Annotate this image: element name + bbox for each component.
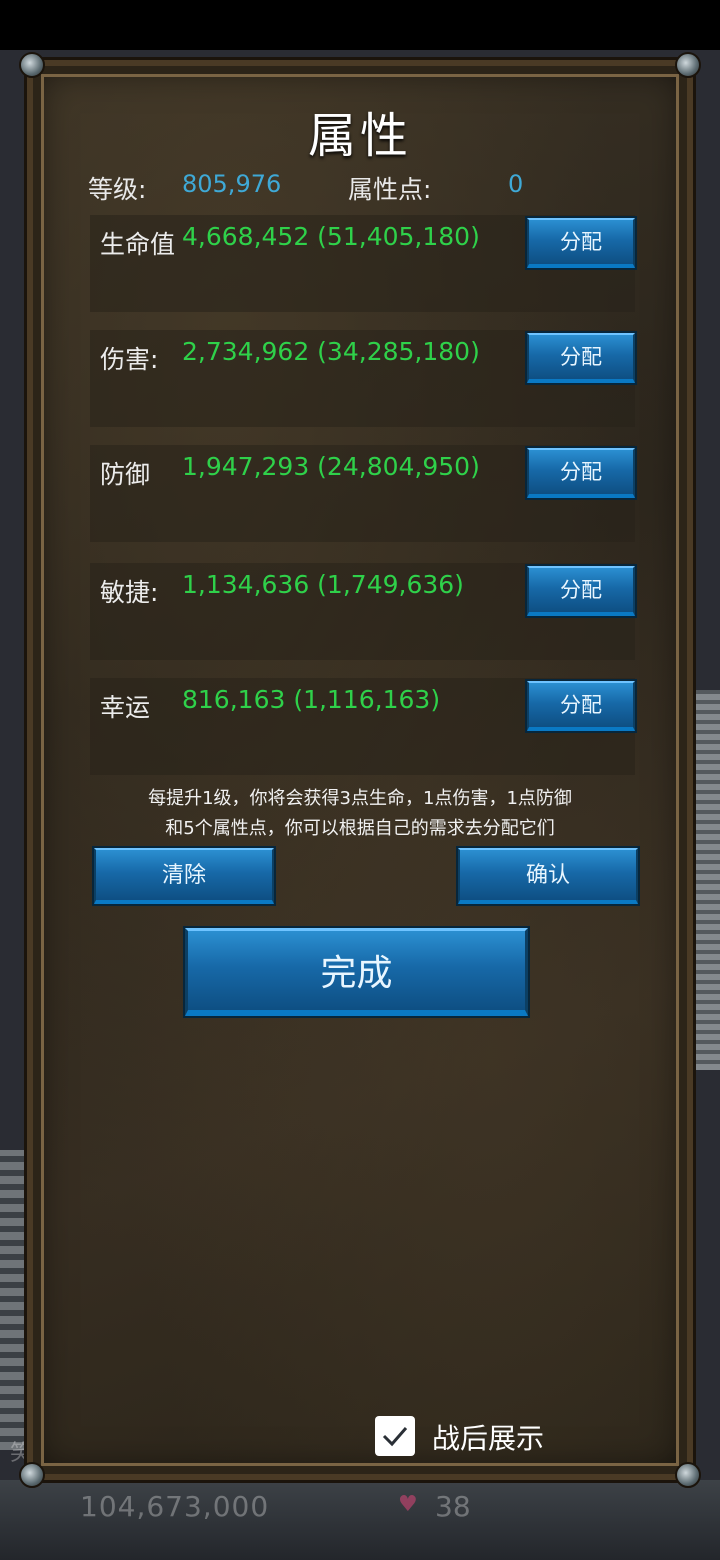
show-after-battle-checkbox[interactable] [375,1416,415,1456]
note-line: 每提升1级，你将会获得3点生命，1点伤害，1点防御 [148,788,572,809]
attribute-points-label: 属性点: [348,175,432,204]
stat-value: 1,134,636 (1,749,636) [182,570,464,599]
heart-icon: ♥ [398,1492,418,1517]
background-wall-left [0,1150,30,1450]
corner-gem-icon [19,52,45,78]
stat-name: 防御 [100,460,151,489]
stat-value: 2,734,962 (34,285,180) [182,337,480,366]
level-up-note: 每提升1级，你将会获得3点生命，1点伤害，1点防御 和5个属性点，你可以根据自己… [60,784,660,844]
corner-gem-icon [19,1462,45,1488]
allocate-luck-button[interactable]: 分配 [527,681,635,731]
game-screen: 笑 104,673,000 ♥ 38 属性 等级: 805,976 属性点: 0… [0,0,720,1560]
dialog-title: 属性 [307,108,412,164]
stat-row-hp: 生命值 4,668,452 (51,405,180) 分配 [90,215,635,312]
done-button[interactable]: 完成 [185,928,528,1016]
corner-gem-icon [675,1462,701,1488]
level-value: 805,976 [182,170,282,198]
clear-button[interactable]: 清除 [94,848,274,904]
show-after-battle-label: 战后展示 [432,1422,545,1455]
stat-value: 1,947,293 (24,804,950) [182,452,480,481]
stat-row-defense: 防御 1,947,293 (24,804,950) 分配 [90,445,635,542]
allocate-damage-button[interactable]: 分配 [527,333,635,383]
level-label: 等级: [88,175,147,204]
note-line: 和5个属性点，你可以根据自己的需求去分配它们 [165,818,555,839]
corner-gem-icon [675,52,701,78]
background-count-value: 38 [435,1490,471,1523]
allocate-defense-button[interactable]: 分配 [527,448,635,498]
allocate-hp-button[interactable]: 分配 [527,218,635,268]
stat-name: 生命值 [100,230,176,259]
background-gold-value: 104,673,000 [80,1490,270,1523]
stat-row-agility: 敏捷: 1,134,636 (1,749,636) 分配 [90,563,635,660]
stat-row-damage: 伤害: 2,734,962 (34,285,180) 分配 [90,330,635,427]
status-bar-area [0,0,720,50]
stat-value: 816,163 (1,116,163) [182,685,441,714]
confirm-button[interactable]: 确认 [458,848,638,904]
allocate-agility-button[interactable]: 分配 [527,566,635,616]
checkmark-icon [382,1427,408,1447]
stat-name: 伤害: [100,345,159,374]
stat-name: 幸运 [100,693,151,722]
stat-value: 4,668,452 (51,405,180) [182,222,480,251]
stat-name: 敏捷: [100,578,159,607]
stat-row-luck: 幸运 816,163 (1,116,163) 分配 [90,678,635,775]
attribute-points-value: 0 [508,170,524,198]
